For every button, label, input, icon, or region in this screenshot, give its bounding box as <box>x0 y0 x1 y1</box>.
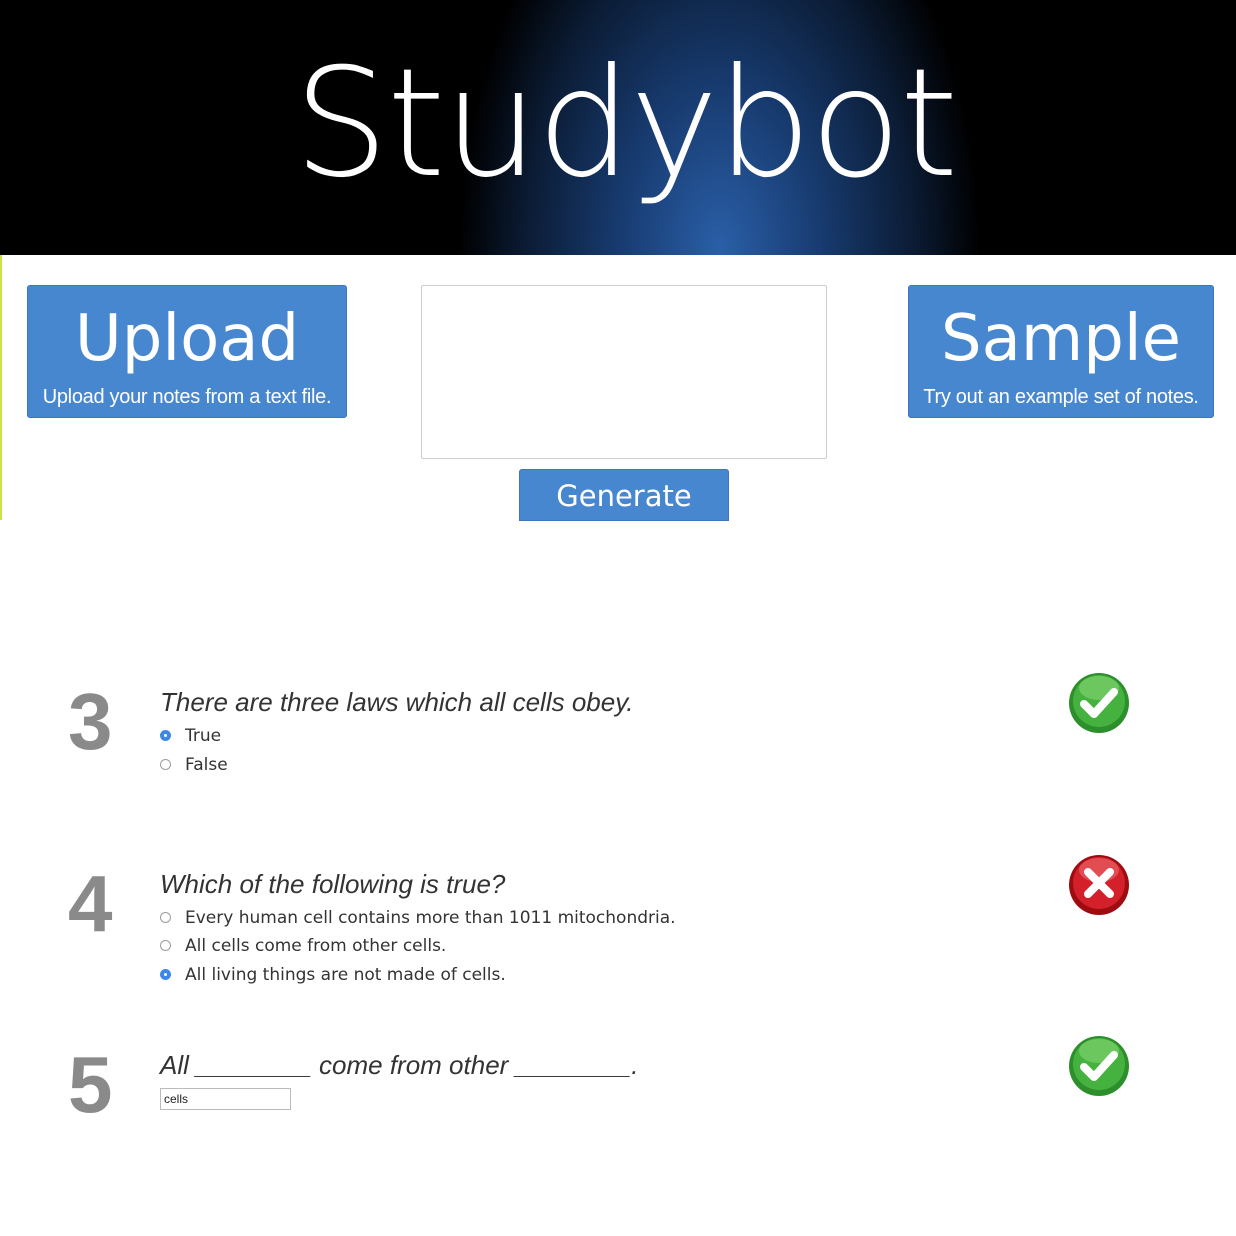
option-3[interactable]: All living things are not made of cells. <box>160 964 506 986</box>
header-banner: Studybot <box>0 0 1236 255</box>
radio-button-selected[interactable] <box>160 968 171 980</box>
question-number: 3 <box>68 677 113 766</box>
option-1[interactable]: Every human cell contains more than 1011… <box>160 907 676 929</box>
radio-button-selected[interactable] <box>160 729 171 741</box>
radio-button[interactable] <box>160 758 171 770</box>
notes-textarea[interactable] <box>421 285 827 459</box>
option-label: True <box>185 726 222 746</box>
option-true[interactable]: True <box>160 725 221 747</box>
question-text: Which of the following is true? <box>160 869 506 899</box>
question-text: There are three laws which all cells obe… <box>160 687 634 717</box>
generate-quiz-button[interactable]: Generate Quiz <box>519 469 729 565</box>
app-title: Studybot <box>293 37 959 211</box>
question-number: 4 <box>68 859 113 948</box>
radio-button[interactable] <box>160 911 171 923</box>
sample-button-subtitle: Try out an example set of notes. <box>923 386 1199 408</box>
question-number: 5 <box>68 1040 113 1129</box>
radio-button[interactable] <box>160 939 171 951</box>
upload-button[interactable]: Upload Upload your notes from a text fil… <box>27 285 347 418</box>
sample-button[interactable]: Sample Try out an example set of notes. <box>908 285 1214 418</box>
option-label: Every human cell contains more than 1011… <box>185 908 676 928</box>
upload-button-title: Upload <box>74 302 300 376</box>
question-text: All ________ come from other ________. <box>160 1050 639 1080</box>
option-false[interactable]: False <box>160 754 228 776</box>
check-icon <box>1067 1034 1131 1098</box>
check-icon <box>1067 671 1131 735</box>
option-label: All cells come from other cells. <box>185 936 447 956</box>
option-label: False <box>185 755 228 775</box>
option-2[interactable]: All cells come from other cells. <box>160 935 446 957</box>
option-label: All living things are not made of cells. <box>185 965 506 985</box>
x-icon <box>1067 853 1131 917</box>
upload-button-subtitle: Upload your notes from a text file. <box>42 386 332 408</box>
answer-input[interactable] <box>160 1088 291 1110</box>
sample-button-title: Sample <box>941 302 1181 376</box>
